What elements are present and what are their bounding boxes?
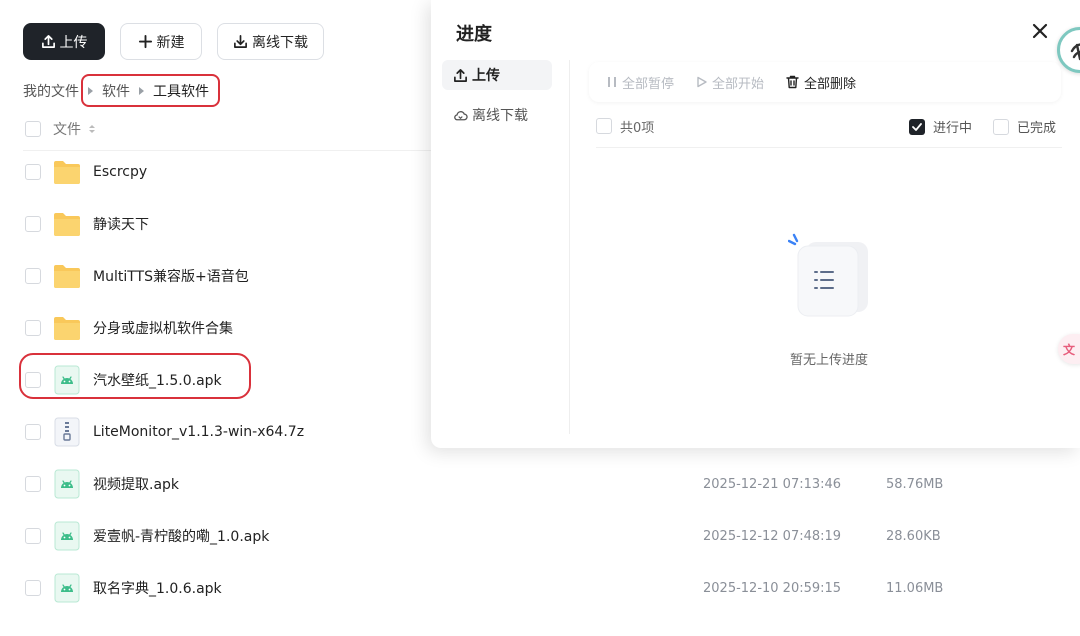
- checkbox-checked-icon[interactable]: [908, 118, 925, 135]
- filter-row: 共0项 进行中 已完成: [596, 117, 1056, 136]
- empty-state-text: 暂无上传进度: [789, 353, 868, 368]
- file-row[interactable]: 视频提取.apk 2025-12-21 07:13:46 58.76MB: [25, 458, 1025, 510]
- delete-all-button[interactable]: 全部删除: [786, 73, 856, 92]
- start-all-button[interactable]: 全部开始: [696, 73, 764, 92]
- file-name[interactable]: 分身或虚拟机软件合集: [93, 318, 233, 338]
- pause-icon: [608, 77, 616, 87]
- panel-divider: [569, 60, 570, 434]
- annotation-highlight-breadcrumb: [81, 74, 220, 107]
- file-name[interactable]: 视频提取.apk: [93, 474, 179, 494]
- filter-completed-label: 已完成: [1016, 121, 1056, 136]
- zip-archive-icon: [53, 417, 81, 447]
- breadcrumb-my-files[interactable]: 我的文件: [23, 81, 79, 101]
- row-checkbox[interactable]: [25, 320, 41, 336]
- file-row[interactable]: 取名字典_1.0.6.apk 2025-12-10 20:59:15 11.06…: [25, 562, 1025, 614]
- file-modified-time: 2025-12-21 07:13:46: [703, 476, 842, 492]
- file-name[interactable]: LiteMonitor_v1.1.3-win-x64.7z: [93, 424, 304, 440]
- panel-tabs: 上传 离线下载: [442, 60, 552, 140]
- folder-icon: [53, 314, 81, 342]
- delete-all-label: 全部删除: [804, 76, 857, 92]
- filter-completed[interactable]: 已完成: [992, 117, 1056, 136]
- offline-download-label: 离线下载: [252, 34, 308, 51]
- trash-icon: [786, 75, 799, 89]
- bulk-actions-bar: 全部暂停 全部开始 全部删除: [589, 62, 1061, 102]
- file-name[interactable]: Escrcpy: [93, 164, 147, 180]
- play-icon: [697, 76, 707, 88]
- row-checkbox[interactable]: [25, 580, 41, 596]
- file-column-label[interactable]: 文件: [53, 119, 81, 139]
- tab-upload[interactable]: 上传: [442, 60, 552, 90]
- upload-button[interactable]: 上传: [23, 23, 105, 60]
- tab-offline-download[interactable]: 离线下载: [442, 100, 552, 130]
- row-checkbox[interactable]: [25, 424, 41, 440]
- checkbox-unchecked-icon[interactable]: [992, 118, 1009, 135]
- file-size: 11.06MB: [886, 580, 944, 596]
- filter-divider: [596, 147, 1062, 148]
- empty-document-icon: [788, 233, 868, 317]
- file-row[interactable]: 爱壹帆-青柠酸的嘞_1.0.apk 2025-12-12 07:48:19 28…: [25, 510, 1025, 562]
- status-filters: 进行中 已完成: [908, 117, 1056, 136]
- download-icon: [234, 35, 247, 48]
- folder-icon: [53, 262, 81, 290]
- select-all-tasks-checkbox[interactable]: [596, 118, 612, 134]
- file-modified-time: 2025-12-10 20:59:15: [703, 580, 842, 596]
- row-checkbox[interactable]: [25, 216, 41, 232]
- cloud-download-icon: [454, 110, 468, 120]
- file-size: 58.76MB: [886, 476, 944, 492]
- file-name[interactable]: 静读天下: [93, 214, 149, 234]
- offline-download-button[interactable]: 离线下载: [217, 23, 324, 60]
- file-modified-time: 2025-12-12 07:48:19: [703, 528, 842, 544]
- android-apk-icon: [53, 573, 81, 603]
- pause-all-button[interactable]: 全部暂停: [607, 73, 674, 92]
- upload-icon: [41, 35, 55, 48]
- folder-icon: [53, 210, 81, 238]
- android-apk-icon: [53, 521, 81, 551]
- start-all-label: 全部开始: [712, 76, 765, 92]
- android-apk-icon: [53, 469, 81, 499]
- close-icon[interactable]: [1030, 21, 1050, 41]
- file-size: 28.60KB: [886, 528, 941, 544]
- row-checkbox[interactable]: [25, 268, 41, 284]
- translate-icon[interactable]: 文: [1058, 334, 1080, 364]
- select-all-checkbox[interactable]: [25, 121, 41, 137]
- row-checkbox[interactable]: [25, 476, 41, 492]
- task-count: 共0项: [620, 120, 655, 136]
- file-name[interactable]: 取名字典_1.0.6.apk: [93, 578, 222, 598]
- file-name[interactable]: 爱壹帆-青柠酸的嘞_1.0.apk: [93, 526, 269, 546]
- filter-in-progress-label: 进行中: [932, 121, 972, 136]
- new-button-label: 新建: [156, 34, 185, 51]
- pause-all-label: 全部暂停: [622, 76, 675, 92]
- new-button[interactable]: 新建: [120, 23, 202, 60]
- filter-in-progress[interactable]: 进行中: [908, 117, 972, 136]
- progress-panel: 进度 上传 离线下载 全部暂停 全部开始 全部删除 共0项 进行中 已完成 暂无…: [431, 0, 1080, 448]
- upload-button-label: 上传: [59, 34, 88, 51]
- sort-icon[interactable]: [89, 125, 95, 133]
- panel-title: 进度: [456, 24, 492, 45]
- row-checkbox[interactable]: [25, 528, 41, 544]
- toolbar: 上传 新建 离线下载: [23, 23, 324, 60]
- row-checkbox[interactable]: [25, 164, 41, 180]
- plus-icon: [138, 34, 152, 49]
- annotation-highlight-apk: [19, 353, 251, 399]
- tab-upload-label: 上传: [472, 68, 500, 84]
- folder-icon: [53, 158, 81, 186]
- tab-offline-download-label: 离线下载: [472, 108, 528, 124]
- upload-icon: [454, 68, 467, 82]
- file-list-header: 文件: [25, 120, 435, 138]
- file-name[interactable]: MultiTTS兼容版+语音包: [93, 266, 249, 286]
